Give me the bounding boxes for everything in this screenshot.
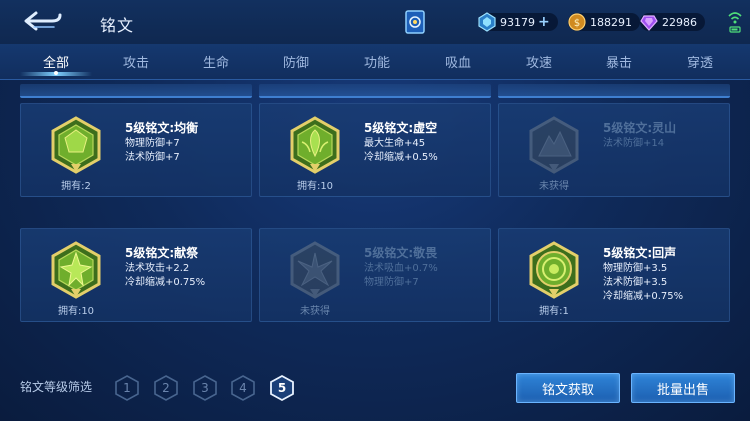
awe-rune-icon <box>290 241 340 299</box>
rune-card-sacrifice[interactable]: 5级铭文:献祭 法术攻击+2.2 冷却缩减+0.75% 拥有:10 <box>20 228 252 322</box>
level-filter-5[interactable]: 5 <box>269 374 295 402</box>
rune-stats: 物理防御+7 法术防御+7 <box>125 137 180 165</box>
gold-value: 188291 <box>590 15 632 29</box>
svg-text:$: $ <box>574 18 580 29</box>
gold-coin-icon: $ <box>568 13 586 31</box>
rune-card-spirit-mountain[interactable]: 5级铭文:灵山 法术防御+14 未获得 <box>498 103 730 197</box>
level-filter-2[interactable]: 2 <box>153 374 179 402</box>
active-tab-dot <box>54 71 58 75</box>
back-arrow-icon <box>24 11 62 31</box>
rune-stat: 法术攻击+2.2 <box>125 263 190 274</box>
top-bar: 铭文 93179 + $ 188291 22986 <box>0 0 750 44</box>
tab-health[interactable]: 生命 <box>186 52 246 71</box>
diamond-value: 93179 <box>500 15 535 29</box>
rune-name: 5级铭文:灵山 <box>603 121 677 135</box>
crystal-counter: 22986 <box>640 12 705 32</box>
rune-card-icon[interactable] <box>404 9 426 35</box>
rune-name: 5级铭文:均衡 <box>125 121 199 135</box>
level-number: 2 <box>162 381 170 395</box>
rune-owned-count: 拥有:10 <box>57 306 95 317</box>
rune-stat: 物理防御+3.5 <box>603 263 668 274</box>
tab-attack-speed[interactable]: 攻速 <box>509 52 569 71</box>
rune-name: 5级铭文:虚空 <box>364 121 438 135</box>
void-rune-icon <box>290 116 340 174</box>
rune-stat: 法术防御+3.5 <box>603 277 668 288</box>
rune-owned-count: 拥有:10 <box>296 181 334 192</box>
rune-name: 5级铭文:回声 <box>603 246 677 260</box>
rune-card-awe[interactable]: 5级铭文:敬畏 法术吸血+0.7% 物理防御+7 未获得 <box>259 228 491 322</box>
spirit-mountain-rune-icon <box>529 116 579 174</box>
rune-card-void[interactable]: 5级铭文:虚空 最大生命+45 冷却缩减+0.5% 拥有:10 <box>259 103 491 197</box>
tab-penetration[interactable]: 穿透 <box>670 52 730 71</box>
add-diamond-button[interactable]: + <box>538 14 550 30</box>
level-number: 3 <box>201 381 209 395</box>
rune-stats: 法术攻击+2.2 冷却缩减+0.75% <box>125 262 205 290</box>
level-filter-label: 铭文等级筛选 <box>20 380 93 394</box>
tab-all[interactable]: 全部 <box>26 52 86 71</box>
balance-rune-icon <box>51 116 101 174</box>
tab-function[interactable]: 功能 <box>347 52 407 71</box>
rune-stat: 物理防御+7 <box>125 138 180 149</box>
previous-row-card <box>498 84 730 98</box>
rune-stats: 物理防御+3.5 法术防御+3.5 冷却缩减+0.75% <box>603 262 683 304</box>
tab-critical[interactable]: 暴击 <box>589 52 649 71</box>
previous-row-card <box>20 84 252 98</box>
batch-sell-button[interactable]: 批量出售 <box>631 373 735 403</box>
rune-stat: 物理防御+7 <box>364 277 419 288</box>
get-rune-button[interactable]: 铭文获取 <box>516 373 620 403</box>
rune-stat: 冷却缩减+0.75% <box>603 291 684 302</box>
rune-stat: 冷却缩减+0.75% <box>125 277 206 288</box>
rune-card-echo[interactable]: 5级铭文:回声 物理防御+3.5 法术防御+3.5 冷却缩减+0.75% 拥有:… <box>498 228 730 322</box>
gold-counter: $ 188291 <box>568 12 640 32</box>
level-filter-1[interactable]: 1 <box>114 374 140 402</box>
level-filter-3[interactable]: 3 <box>192 374 218 402</box>
previous-row-card <box>259 84 491 98</box>
rune-stats: 法术防御+14 <box>603 137 664 151</box>
level-number: 4 <box>239 381 247 395</box>
rune-card-balance[interactable]: 5级铭文:均衡 物理防御+7 法术防御+7 拥有:2 <box>20 103 252 197</box>
page-title: 铭文 <box>100 16 135 35</box>
tab-lifesteal[interactable]: 吸血 <box>428 52 488 71</box>
level-filter-4[interactable]: 4 <box>230 374 256 402</box>
diamond-counter: 93179 + <box>478 12 558 32</box>
rune-stats: 最大生命+45 冷却缩减+0.5% <box>364 137 438 165</box>
purple-crystal-icon <box>640 15 658 31</box>
diamond-icon <box>478 12 496 32</box>
echo-rune-icon <box>529 241 579 299</box>
back-button[interactable] <box>22 10 64 32</box>
rune-not-obtained: 未获得 <box>539 181 569 192</box>
rune-stat: 法术防御+7 <box>125 152 180 163</box>
rune-not-obtained: 未获得 <box>300 306 330 317</box>
tab-defense[interactable]: 防御 <box>266 52 326 71</box>
rune-stat: 冷却缩减+0.5% <box>364 152 438 163</box>
rune-stat: 法术防御+14 <box>603 138 665 149</box>
rune-stat: 最大生命+45 <box>364 138 426 149</box>
wifi-signal-icon <box>728 12 742 33</box>
crystal-value: 22986 <box>662 15 697 29</box>
rune-owned-count: 拥有:2 <box>61 181 91 192</box>
rune-stats: 法术吸血+0.7% 物理防御+7 <box>364 262 438 290</box>
level-number: 1 <box>123 381 131 395</box>
rune-owned-count: 拥有:1 <box>539 306 569 317</box>
sacrifice-rune-icon <box>51 241 101 299</box>
level-number: 5 <box>277 381 287 395</box>
rune-stat: 法术吸血+0.7% <box>364 263 438 274</box>
rune-name: 5级铭文:敬畏 <box>364 246 438 260</box>
rune-name: 5级铭文:献祭 <box>125 246 199 260</box>
category-tabs: 全部 攻击 生命 防御 功能 吸血 攻速 暴击 穿透 <box>0 44 750 80</box>
tab-attack[interactable]: 攻击 <box>106 52 166 71</box>
